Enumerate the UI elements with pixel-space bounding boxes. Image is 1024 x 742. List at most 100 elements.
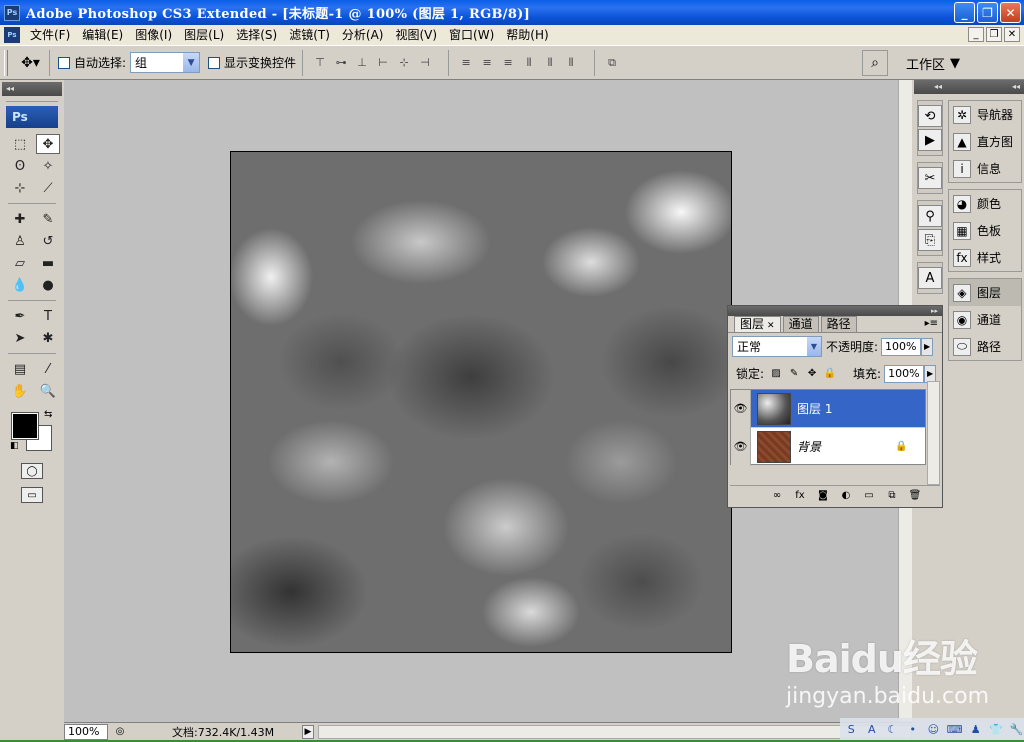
menu-analysis[interactable]: 分析(A) [336,25,390,45]
zoom-field[interactable]: 100% [64,723,108,740]
auto-select-dropdown[interactable]: 组 ▼ [130,52,201,73]
actions-panel-icon[interactable]: ▶ [918,129,942,151]
dock-item-paths[interactable]: ⬭ 路径 [949,333,1021,360]
trash-icon[interactable]: 🗑 [908,489,922,503]
magic-wand-icon[interactable]: ✧ [36,156,60,176]
dock-item-navigator[interactable]: ✲ 导航器 [949,101,1021,128]
auto-align-icon[interactable]: ⧉ [603,54,621,72]
moon-icon[interactable]: ☾ [885,721,900,737]
healing-icon[interactable]: ✚ [8,209,32,229]
layers-panel-header[interactable]: ▸▸ [728,306,942,316]
menu-window[interactable]: 窗口(W) [443,25,500,45]
tab-channels[interactable]: 通道 [782,316,819,332]
opacity-slider-arrow-icon[interactable]: ▶ [921,337,934,356]
show-transform-checkbox[interactable] [208,56,221,69]
distribute-top-icon[interactable]: ≡ [457,54,475,72]
visibility-eye-icon[interactable]: 👁 [731,389,751,428]
keyboard-icon[interactable]: ⌨ [947,721,963,737]
close-button[interactable]: ✕ [1000,2,1021,23]
layer-row[interactable]: 👁 图层 1 [731,389,925,428]
pen-icon[interactable]: ✒ [8,306,32,326]
doc-restore-button[interactable]: ❐ [986,27,1002,42]
dock-item-swatches[interactable]: ▦ 色板 [949,217,1021,244]
lock-transparency-icon[interactable]: ▨ [770,368,782,380]
dock-item-styles[interactable]: fx 样式 [949,244,1021,271]
path-select-icon[interactable]: ➤ [8,328,32,348]
doc-close-button[interactable]: ✕ [1004,27,1020,42]
shirt-icon[interactable]: 👕 [989,721,1004,737]
align-bottom-icon[interactable]: ⊥ [353,54,371,72]
tab-layers[interactable]: 图层 ✕ [734,316,781,332]
layer-mask-icon[interactable]: ◙ [816,489,830,503]
opacity-field[interactable]: 100% [881,337,922,356]
history-panel-icon[interactable]: ⟲ [918,105,942,127]
distribute-bottom-icon[interactable]: ≡ [499,54,517,72]
distribute-vcenter-icon[interactable]: ≡ [478,54,496,72]
blur-icon[interactable]: 💧 [8,275,32,295]
input-method-icon[interactable]: S [844,721,859,737]
status-menu-arrow-icon[interactable]: ▶ [302,724,314,739]
default-colors-icon[interactable]: ◧ [10,441,19,451]
tool-preset-picker[interactable]: ✥▾ [12,49,50,76]
gradient-icon[interactable]: ▬ [36,253,60,273]
menu-file[interactable]: 文件(F) [24,25,76,45]
dodge-icon[interactable]: ● [36,275,60,295]
bridge-button[interactable]: ⌕ [862,50,888,76]
align-hcenter-icon[interactable]: ⊹ [395,54,413,72]
quick-mask-button[interactable]: ◯ [21,463,43,479]
panel-menu-icon[interactable]: ▸≡ [925,318,938,329]
link-layers-icon[interactable]: ∞ [770,489,784,503]
blend-mode-dropdown[interactable]: 正常 ▼ [732,336,822,357]
document-icon[interactable]: Ps [4,27,20,43]
tool-presets-panel-icon[interactable]: ✂ [918,167,942,189]
layer-row[interactable]: 👁 背景 🔒 [731,427,925,466]
distribute-hcenter-icon[interactable]: ⫴ [541,54,559,72]
lock-all-icon[interactable]: 🔒 [824,368,836,380]
dock-item-color[interactable]: ◕ 颜色 [949,190,1021,217]
options-grip[interactable] [4,49,8,76]
new-group-icon[interactable]: ▭ [862,489,876,503]
font-icon[interactable]: A [865,721,880,737]
slice-icon[interactable]: ⟋ [36,178,60,198]
ps-badge[interactable]: Ps [6,106,58,128]
visibility-eye-icon[interactable]: 👁 [731,427,751,466]
align-vcenter-icon[interactable]: ⊶ [332,54,350,72]
document-canvas[interactable] [230,151,732,653]
smile-icon[interactable]: ☺ [926,721,941,737]
horizontal-scrollbar[interactable] [318,724,912,739]
distribute-right-icon[interactable]: ⫴ [562,54,580,72]
menu-help[interactable]: 帮助(H) [500,25,554,45]
menu-select[interactable]: 选择(S) [230,25,283,45]
status-options-icon[interactable]: ◎ [112,725,128,739]
restore-button[interactable]: ❐ [977,2,998,23]
dot-icon[interactable]: • [906,721,921,737]
tab-paths[interactable]: 路径 [820,316,857,332]
menu-edit[interactable]: 编辑(E) [76,25,129,45]
brushes-panel-icon[interactable]: ⚲ [918,205,942,227]
menu-layer[interactable]: 图层(L) [178,25,230,45]
minimize-button[interactable]: _ [954,2,975,23]
dock-item-histogram[interactable]: ▲ 直方图 [949,128,1021,155]
paragraph-panel-icon[interactable]: A [918,267,942,289]
lasso-icon[interactable]: ʘ [8,156,32,176]
notes-icon[interactable]: ▤ [8,359,32,379]
workspace-button[interactable]: 工作区 ▼ [898,51,968,75]
person-icon[interactable]: ♟ [968,721,983,737]
crop-icon[interactable]: ⊹ [8,178,32,198]
shape-icon[interactable]: ✱ [36,328,60,348]
lock-image-icon[interactable]: ✎ [788,368,800,380]
menu-image[interactable]: 图像(I) [129,25,178,45]
foreground-color-swatch[interactable] [11,412,39,440]
marquee-icon[interactable]: ⬚ [8,134,32,154]
hand-icon[interactable]: ✋ [8,381,32,401]
history-brush-icon[interactable]: ↺ [36,231,60,251]
dock-item-layers[interactable]: ◈ 图层 [949,279,1021,306]
align-right-icon[interactable]: ⊣ [416,54,434,72]
adjustment-layer-icon[interactable]: ◐ [839,489,853,503]
menu-filter[interactable]: 滤镜(T) [283,25,336,45]
close-tab-icon[interactable]: ✕ [767,321,775,331]
fill-slider-arrow-icon[interactable]: ▶ [924,364,937,383]
doc-minimize-button[interactable]: _ [968,27,984,42]
dock-strip-header[interactable]: ◂◂ [914,80,946,94]
tools-grip[interactable] [6,98,58,102]
